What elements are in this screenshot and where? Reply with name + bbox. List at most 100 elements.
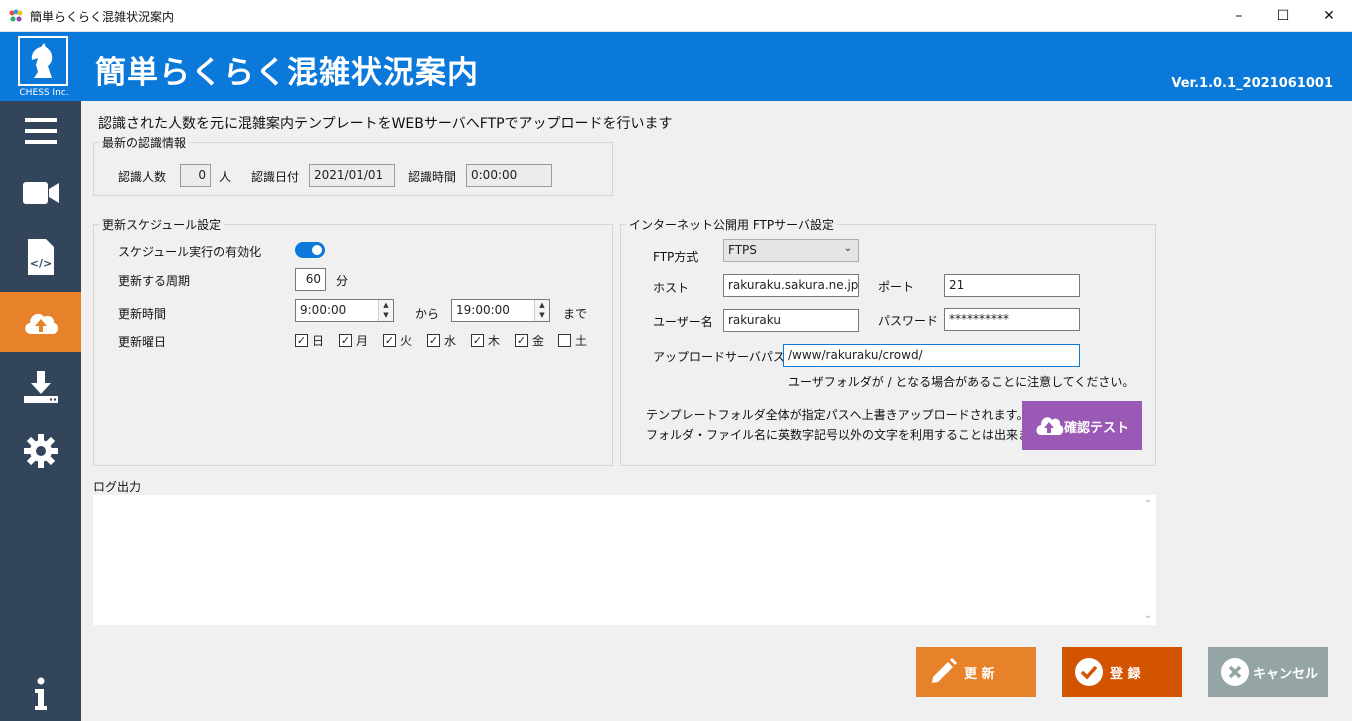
day-label: 火: [400, 334, 413, 348]
checkmark-icon: ✓: [471, 334, 484, 347]
time-from-spinner[interactable]: ▲ ▼: [378, 300, 393, 321]
checkmark-icon: ✓: [295, 334, 308, 347]
sidebar-item-download[interactable]: [0, 357, 81, 417]
day-label: 月: [356, 334, 369, 348]
app-header: CHESS Inc. 簡単らくらく混雑状況案内 Ver.1.0.1_202106…: [0, 32, 1352, 101]
date-field: 2021/01/01: [309, 164, 395, 187]
time-to-value: 19:00:00: [456, 303, 510, 317]
date-label: 認識日付: [251, 170, 300, 184]
ftp-method-select[interactable]: FTPS ⌄: [723, 239, 859, 262]
sidebar-item-camera[interactable]: [0, 163, 81, 223]
chess-logo: CHESS Inc.: [18, 36, 70, 100]
sidebar-item-template[interactable]: </>: [0, 227, 81, 287]
time-label: 認識時間: [408, 170, 457, 184]
app-title: 簡単らくらく混雑状況案内: [95, 55, 479, 91]
update-button-label: 更 新: [964, 667, 995, 682]
time-to-picker[interactable]: 19:00:00 ▲ ▼: [451, 299, 550, 322]
day-label: 水: [444, 334, 457, 348]
password-input[interactable]: **********: [944, 308, 1080, 331]
menu-icon: [24, 118, 57, 144]
checkbox-empty: [558, 334, 571, 347]
host-label: ホスト: [653, 281, 690, 295]
ftp-method-value: FTPS: [728, 243, 757, 257]
path-note: ユーザフォルダが / となる場合があることに注意してください。: [788, 375, 1135, 389]
log-label: ログ出力: [93, 480, 142, 494]
update-button[interactable]: 更 新: [916, 647, 1036, 697]
day-label: 土: [575, 334, 588, 348]
day-label: 金: [532, 334, 545, 348]
checkmark-icon: ✓: [427, 334, 440, 347]
chess-knight-icon: [31, 43, 53, 78]
day-checkbox[interactable]: ✓ 月: [339, 332, 368, 349]
sidebar-item-upload[interactable]: [0, 292, 81, 352]
video-camera-icon: [22, 182, 59, 204]
connection-test-label: 確認テスト: [1064, 421, 1130, 436]
time-field: 0:00:00: [466, 164, 552, 187]
host-input[interactable]: rakuraku.sakura.ne.jp: [723, 274, 859, 297]
maximize-button[interactable]: ☐: [1260, 0, 1306, 32]
count-label: 認識人数: [118, 170, 167, 184]
sidebar-item-menu[interactable]: [0, 101, 81, 161]
day-checkbox[interactable]: ✓ 日: [295, 332, 324, 349]
cancel-button-label: キャンセル: [1253, 667, 1319, 682]
sidebar-item-info[interactable]: [0, 664, 81, 721]
time-from-picker[interactable]: 9:00:00 ▲ ▼: [295, 299, 394, 322]
ftp-group-label: インターネット公開用 FTPサーバ設定: [626, 216, 837, 233]
period-label: 更新する周期: [118, 274, 191, 288]
sidebar-item-settings[interactable]: [0, 421, 81, 481]
close-button[interactable]: ✕: [1306, 0, 1352, 32]
port-label: ポート: [878, 280, 915, 294]
count-field: 0: [180, 164, 211, 187]
window-title: 簡単らくらく混雑状況案内: [30, 10, 175, 24]
enable-label: スケジュール実行の有効化: [118, 245, 262, 259]
page-description: 認識された人数を元に混雑案内テンプレートをWEBサーバへFTPでアップロードを行…: [98, 116, 673, 132]
latest-info-group-label: 最新の認識情報: [99, 134, 190, 151]
sidebar: </>: [0, 101, 81, 721]
checkmark-icon: ✓: [383, 334, 396, 347]
close-circle-icon: [1221, 658, 1249, 686]
ftp-method-label: FTP方式: [653, 250, 699, 264]
path-input[interactable]: /www/rakuraku/crowd/: [783, 344, 1080, 367]
user-input[interactable]: rakuraku: [723, 309, 859, 332]
pencil-icon: [932, 658, 957, 683]
time-from-value: 9:00:00: [300, 303, 347, 317]
log-output[interactable]: ⌃ ⌄: [93, 495, 1156, 625]
password-label: パスワード: [878, 314, 939, 328]
warning-line2: フォルダ・ファイル名に英数字記号以外の文字を利用することは出来ません。: [646, 428, 1066, 442]
scroll-down-icon[interactable]: ⌄: [1144, 610, 1152, 621]
days-label: 更新曜日: [118, 335, 167, 349]
register-button[interactable]: 登 録: [1062, 647, 1182, 697]
scroll-up-icon[interactable]: ⌃: [1144, 499, 1152, 510]
count-unit: 人: [219, 170, 232, 184]
connection-test-button[interactable]: 確認テスト: [1022, 401, 1142, 450]
version-label: Ver.1.0.1_2021061001: [1171, 76, 1333, 91]
day-label: 木: [488, 334, 501, 348]
cancel-button[interactable]: キャンセル: [1208, 647, 1328, 697]
logo-text: CHESS Inc.: [19, 88, 69, 98]
day-checkbox[interactable]: 土: [558, 332, 587, 349]
day-checkbox[interactable]: ✓ 木: [471, 332, 500, 349]
user-label: ユーザー名: [653, 315, 713, 329]
day-checkbox[interactable]: ✓ 火: [383, 332, 412, 349]
day-checkbox[interactable]: ✓ 金: [515, 332, 544, 349]
download-icon: [23, 371, 58, 403]
day-label: 日: [312, 334, 325, 348]
code-file-icon: </>: [27, 239, 54, 275]
cloud-upload-icon: [1036, 417, 1064, 435]
check-circle-icon: [1075, 658, 1103, 686]
schedule-group-label: 更新スケジュール設定: [99, 216, 225, 233]
path-label: アップロードサーバパス: [653, 350, 785, 364]
settings-gear-icon: [23, 434, 58, 468]
port-input[interactable]: 21: [944, 274, 1080, 297]
info-icon: [34, 677, 47, 710]
minimize-button[interactable]: –: [1216, 0, 1262, 32]
period-input[interactable]: 60: [295, 268, 326, 291]
schedule-enable-toggle[interactable]: [295, 242, 325, 258]
window-titlebar: 簡単らくらく混雑状況案内 – ☐ ✕: [0, 0, 1352, 32]
kara-label: から: [415, 307, 440, 321]
register-button-label: 登 録: [1110, 667, 1141, 682]
checkmark-icon: ✓: [515, 334, 528, 347]
time-to-spinner[interactable]: ▲ ▼: [534, 300, 549, 321]
day-checkbox[interactable]: ✓ 水: [427, 332, 456, 349]
checkmark-icon: ✓: [339, 334, 352, 347]
